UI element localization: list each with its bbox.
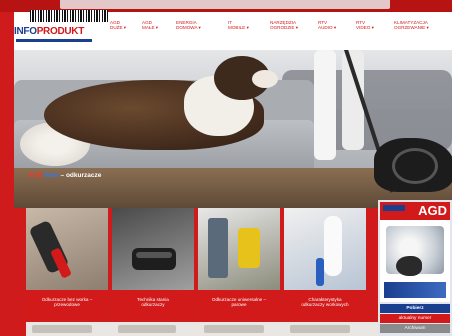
magazine-header: AGD	[380, 202, 450, 220]
hero-dog-snout	[252, 70, 278, 88]
article-tile[interactable]: Technika stania odkurzaczy	[112, 208, 194, 320]
article-tiles: Odkurzacze bez worka – przewodowe Technik…	[26, 208, 378, 328]
article-tile[interactable]: Odkurzacze bez worka – przewodowe	[26, 208, 108, 320]
top-banner-ad[interactable]	[60, 0, 390, 9]
magazine-title: AGD	[418, 203, 447, 218]
article-tile-label: Odkurzacze uniwersalne – parowe	[198, 290, 280, 320]
hero-person-leg	[314, 50, 336, 160]
site-logo[interactable]: INFOPRODUKT	[14, 10, 108, 46]
magazine-footer	[384, 282, 446, 298]
vacuum-body-icon	[316, 258, 324, 286]
archive-button[interactable]: Archiwum	[380, 324, 450, 333]
bottom-strip-item[interactable]	[290, 325, 350, 333]
magazine-cover-image	[386, 226, 444, 276]
bottom-strip-item[interactable]	[118, 325, 176, 333]
article-tile-label: Odkurzacze bez worka – przewodowe	[26, 290, 108, 320]
hairdryer-icon	[396, 256, 422, 276]
current-issue-button[interactable]: aktualny numer	[380, 314, 450, 323]
hero-image[interactable]	[14, 50, 452, 208]
magazine-logo-icon	[383, 205, 405, 211]
article-tile-image	[112, 208, 194, 290]
wet-vacuum-icon	[238, 228, 260, 268]
nav-item-it[interactable]: IT MOBILE ▾	[228, 20, 249, 30]
hero-vacuum-hose	[392, 148, 438, 184]
logo-text: INFOPRODUKT	[14, 26, 84, 37]
nav-item-rtv-audio[interactable]: RTV AUDIO ▾	[318, 20, 336, 30]
article-tile[interactable]: Charakterystyka odkurzaczy workowych	[284, 208, 366, 320]
barcode-icon	[30, 10, 108, 22]
download-button[interactable]: Pobierz	[380, 304, 450, 313]
nav-item-klimatyzacja[interactable]: KLIMATYZACJA OGRZEWANIE ▾	[394, 20, 429, 30]
logo-prefix: INFO	[14, 26, 37, 37]
bottom-strip	[26, 322, 386, 336]
nav-item-agd-duze[interactable]: AGD DUŻE ▾	[110, 20, 126, 30]
logo-suffix: PRODUKT	[36, 26, 85, 37]
nav-item-rtv-video[interactable]: RTV VIDEO ▾	[356, 20, 374, 30]
caption-subcategory[interactable]: Małe	[44, 172, 58, 179]
caption-topic: – odkurzacze	[58, 172, 102, 179]
article-tile[interactable]: Odkurzacze uniwersalne – parowe	[198, 208, 280, 320]
bottom-strip-item[interactable]	[204, 325, 264, 333]
robot-vacuum-lid	[136, 252, 172, 258]
nav-item-agd-male[interactable]: AGD MAŁE ▾	[142, 20, 158, 30]
person-figure	[324, 216, 342, 276]
article-tile-image	[284, 208, 366, 290]
sidebar-magazine: AGD Pobierz aktualny numer Archiwum	[378, 200, 452, 336]
article-tile-image	[26, 208, 108, 290]
bottom-strip-item[interactable]	[32, 325, 92, 333]
nav-item-narzedzia[interactable]: NARZĘDZIA OGRODZIE ▾	[270, 20, 298, 30]
caption-category[interactable]: AGD	[28, 172, 42, 179]
nav-item-energia[interactable]: ENERGIA DOMOWA ▾	[176, 20, 201, 30]
article-tile-label: Technika stania odkurzaczy	[112, 290, 194, 320]
article-tile-image	[198, 208, 280, 290]
background-shelf	[208, 218, 228, 278]
article-tile-label: Charakterystyka odkurzaczy workowych	[284, 290, 366, 320]
hero-caption: AGD Małe – odkurzacze	[28, 172, 101, 179]
logo-underline	[16, 39, 92, 42]
magazine-cover[interactable]: AGD	[380, 202, 450, 302]
